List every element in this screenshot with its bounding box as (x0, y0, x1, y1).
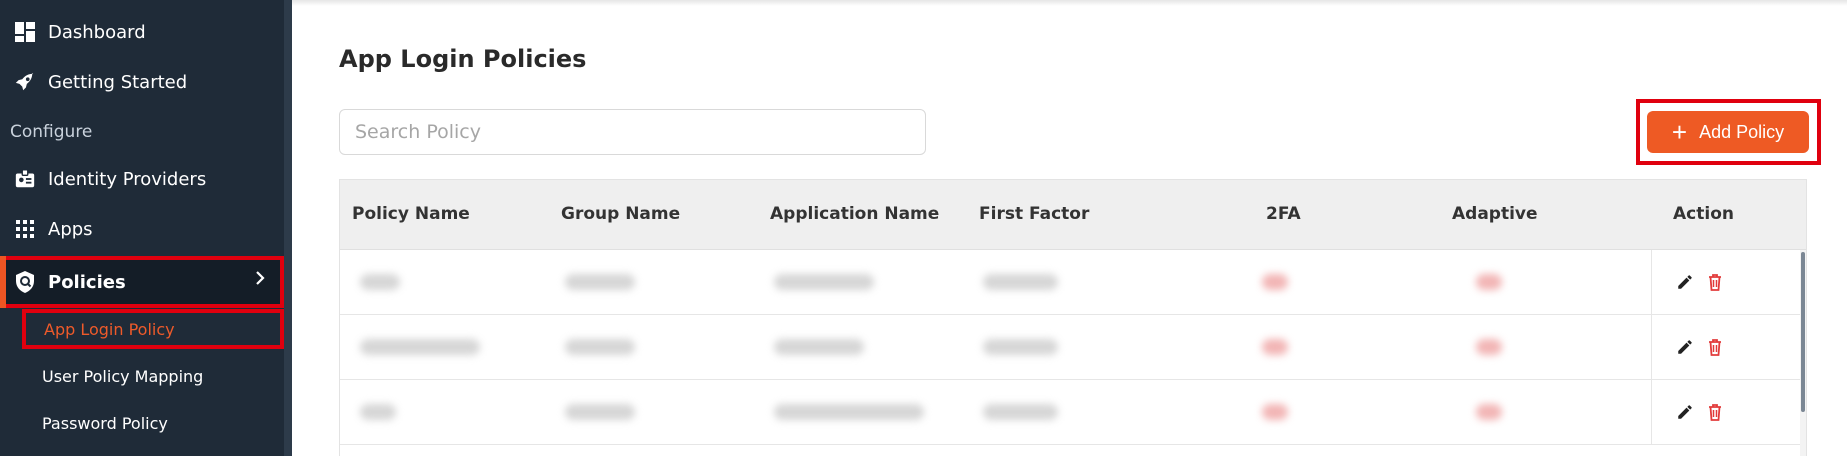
pencil-icon[interactable] (1673, 400, 1697, 424)
pencil-icon[interactable] (1673, 335, 1697, 359)
main-content: App Login Policies + Add Policy Policy N… (292, 0, 1847, 456)
table-row[interactable] (340, 315, 1806, 380)
active-indicator (0, 256, 6, 308)
sidebar-item-policies[interactable]: Policies (0, 256, 284, 308)
redacted-cell (983, 274, 1058, 290)
action-cell (1651, 380, 1781, 444)
redacted-cell (774, 339, 864, 355)
sidebar-item-label: Policies (48, 271, 126, 293)
policies-table: Policy Name Group Name Application Name … (339, 179, 1807, 456)
redacted-cell (360, 404, 396, 420)
app-window: Dashboard Getting Started Configure Iden… (0, 0, 1847, 456)
column-header-application-name[interactable]: Application Name (770, 204, 939, 224)
add-policy-button[interactable]: + Add Policy (1647, 111, 1809, 153)
sidebar-item-apps[interactable]: Apps (0, 207, 284, 251)
redacted-cell (1476, 404, 1502, 420)
redacted-cell (774, 274, 874, 290)
sidebar-item-label: Dashboard (48, 21, 146, 43)
redacted-cell (565, 274, 635, 290)
redacted-cell (1476, 274, 1502, 290)
column-header-2fa[interactable]: 2FA (1266, 204, 1301, 224)
chevron-right-icon (254, 270, 266, 291)
column-header-adaptive[interactable]: Adaptive (1452, 204, 1538, 224)
plus-icon: + (1671, 117, 1688, 147)
table-header: Policy Name Group Name Application Name … (340, 180, 1806, 250)
sidebar-border (284, 0, 292, 456)
action-cell (1651, 250, 1781, 314)
trash-icon[interactable] (1703, 400, 1727, 424)
sidebar-item-label: Identity Providers (48, 168, 207, 190)
action-cell (1651, 315, 1781, 379)
table-row[interactable] (340, 250, 1806, 315)
redacted-cell (774, 404, 924, 420)
rocket-icon (13, 70, 37, 94)
grid-icon (13, 217, 37, 241)
shield-icon (13, 270, 37, 294)
trash-icon[interactable] (1703, 270, 1727, 294)
top-shadow (292, 0, 1847, 6)
sidebar: Dashboard Getting Started Configure Iden… (0, 0, 291, 456)
search-input[interactable] (339, 109, 926, 155)
sidebar-subitem-password-policy[interactable]: Password Policy (22, 403, 284, 443)
sidebar-item-dashboard[interactable]: Dashboard (0, 10, 284, 54)
column-header-first-factor[interactable]: First Factor (979, 204, 1089, 224)
sidebar-subitem-user-policy-mapping[interactable]: User Policy Mapping (22, 356, 284, 396)
sidebar-item-label: Getting Started (48, 71, 188, 93)
sidebar-item-label: Apps (48, 218, 93, 240)
page-title: App Login Policies (339, 45, 587, 73)
redacted-cell (983, 339, 1058, 355)
add-policy-label: Add Policy (1699, 121, 1785, 142)
redacted-cell (983, 404, 1058, 420)
sidebar-subitem-app-login-policy[interactable]: App Login Policy (22, 309, 284, 349)
sidebar-item-getting-started[interactable]: Getting Started (0, 60, 284, 104)
redacted-cell (1476, 339, 1502, 355)
table-scrollbar-thumb[interactable] (1801, 252, 1805, 412)
column-header-action: Action (1673, 204, 1734, 224)
redacted-cell (1262, 404, 1288, 420)
redacted-cell (1262, 339, 1288, 355)
redacted-cell (565, 404, 635, 420)
table-row[interactable] (340, 380, 1806, 445)
pencil-icon[interactable] (1673, 270, 1697, 294)
section-label-configure: Configure (10, 122, 93, 142)
trash-icon[interactable] (1703, 335, 1727, 359)
redacted-cell (1262, 274, 1288, 290)
id-card-icon (13, 167, 37, 191)
redacted-cell (360, 274, 400, 290)
redacted-cell (565, 339, 635, 355)
sidebar-item-identity-providers[interactable]: Identity Providers (0, 157, 284, 201)
dashboard-icon (13, 20, 37, 44)
column-header-group-name[interactable]: Group Name (561, 204, 680, 224)
redacted-cell (360, 339, 480, 355)
column-header-policy-name[interactable]: Policy Name (352, 204, 470, 224)
